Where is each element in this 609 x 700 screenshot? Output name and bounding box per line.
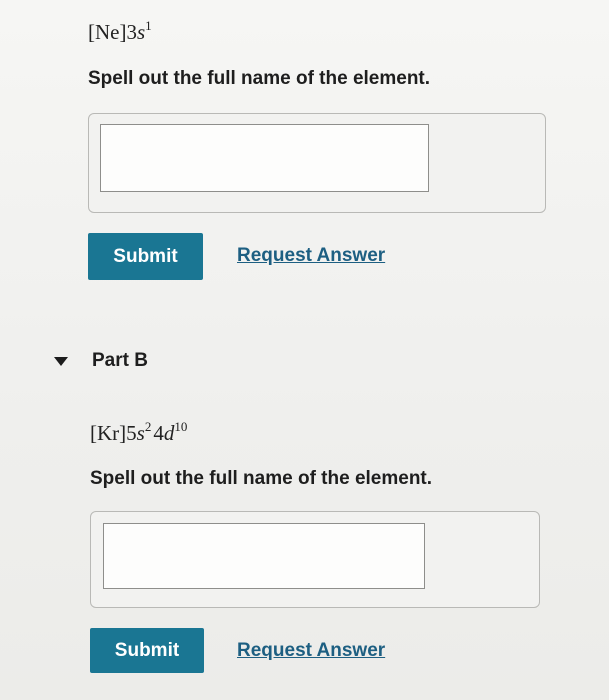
formula-core: [Ne] [88, 20, 127, 44]
formula-orbital: s [136, 20, 146, 44]
formula-coefficient: 3 [126, 20, 137, 44]
part-a-submit-button[interactable]: Submit [88, 233, 203, 280]
formula-coefficient: 5 [126, 421, 137, 445]
part-b-answer-container [90, 511, 540, 608]
part-a-electron-configuration: [Ne]3s1 [88, 18, 152, 45]
formula-exponent: 1 [145, 18, 152, 33]
part-b-submit-button[interactable]: Submit [90, 628, 204, 673]
formula-core: [Kr] [90, 421, 127, 445]
formula-orbital: d [163, 421, 175, 445]
caret-down-icon [54, 356, 68, 366]
question-page: [Ne]3s1 Spell out the full name of the e… [0, 0, 609, 700]
part-b-electron-configuration: [Kr]5s24d10 [90, 419, 188, 446]
part-a-request-answer-link[interactable]: Request Answer [237, 245, 385, 267]
formula-orbital: s [136, 421, 145, 445]
formula-exponent: 10 [174, 419, 188, 434]
formula-exponent: 2 [144, 419, 152, 434]
part-b-request-answer-link[interactable]: Request Answer [237, 640, 385, 662]
part-b-answer-input[interactable] [103, 523, 425, 589]
part-b-header[interactable]: Part B [54, 350, 148, 372]
part-a-answer-input[interactable] [100, 124, 429, 192]
part-b-prompt: Spell out the full name of the element. [90, 468, 433, 489]
part-a-prompt: Spell out the full name of the element. [88, 68, 431, 89]
formula-coefficient: 4 [153, 421, 164, 445]
part-a-answer-container [88, 113, 546, 213]
part-b-title: Part B [92, 350, 148, 371]
